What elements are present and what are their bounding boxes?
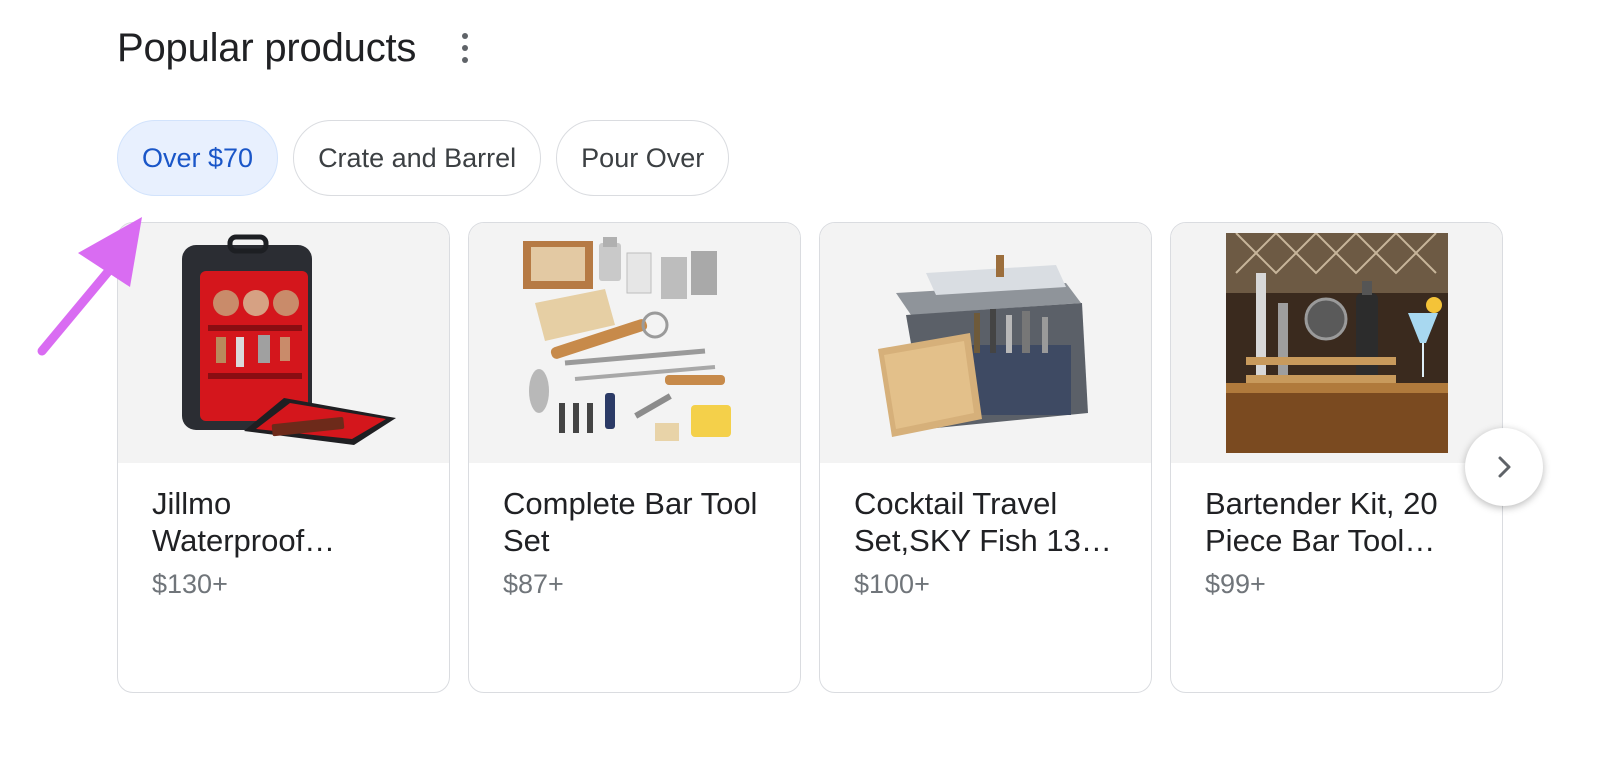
- product-title: Complete Bar Tool Set: [503, 486, 758, 558]
- section-header: Popular products: [117, 18, 470, 78]
- carousel-next-button[interactable]: [1465, 428, 1543, 506]
- filter-chips: Over $70 Crate and Barrel Pour Over: [117, 120, 730, 196]
- product-carousel: Jillmo Waterproof… $130+ Complete Bar To…: [117, 222, 1503, 693]
- bar-tool-set-image: [469, 223, 800, 463]
- product-card[interactable]: Cocktail Travel Set,SKY Fish 13… $100+: [819, 222, 1152, 693]
- product-title: Cocktail Travel Set,SKY Fish 13…: [854, 486, 1112, 558]
- product-card[interactable]: Jillmo Waterproof… $130+: [117, 222, 450, 693]
- chip-over-70[interactable]: Over $70: [117, 120, 279, 196]
- product-title: Jillmo Waterproof…: [152, 486, 336, 558]
- annotation-arrow-icon: [37, 217, 142, 356]
- product-card[interactable]: Bartender Kit, 20 Piece Bar Tool… $99+: [1170, 222, 1503, 693]
- chip-crate-and-barrel[interactable]: Crate and Barrel: [293, 120, 542, 196]
- product-price: $99+: [1205, 569, 1266, 599]
- product-title: Bartender Kit, 20 Piece Bar Tool…: [1205, 486, 1438, 558]
- cocktail-travel-bag-image: [820, 223, 1151, 463]
- product-price: $100+: [854, 569, 930, 599]
- more-vert-icon[interactable]: [460, 33, 470, 63]
- section-title: Popular products: [117, 25, 417, 70]
- product-card[interactable]: Complete Bar Tool Set $87+: [468, 222, 801, 693]
- chip-pour-over[interactable]: Pour Over: [556, 120, 730, 196]
- bartender-backpack-image: [118, 223, 449, 463]
- chevron-right-icon: [1498, 456, 1511, 478]
- product-price: $87+: [503, 569, 564, 599]
- product-price: $130+: [152, 569, 228, 599]
- popular-products-panel: Popular products Over $70 Crate and Barr…: [0, 0, 1600, 771]
- bartender-kit-stand-image: [1171, 223, 1502, 463]
